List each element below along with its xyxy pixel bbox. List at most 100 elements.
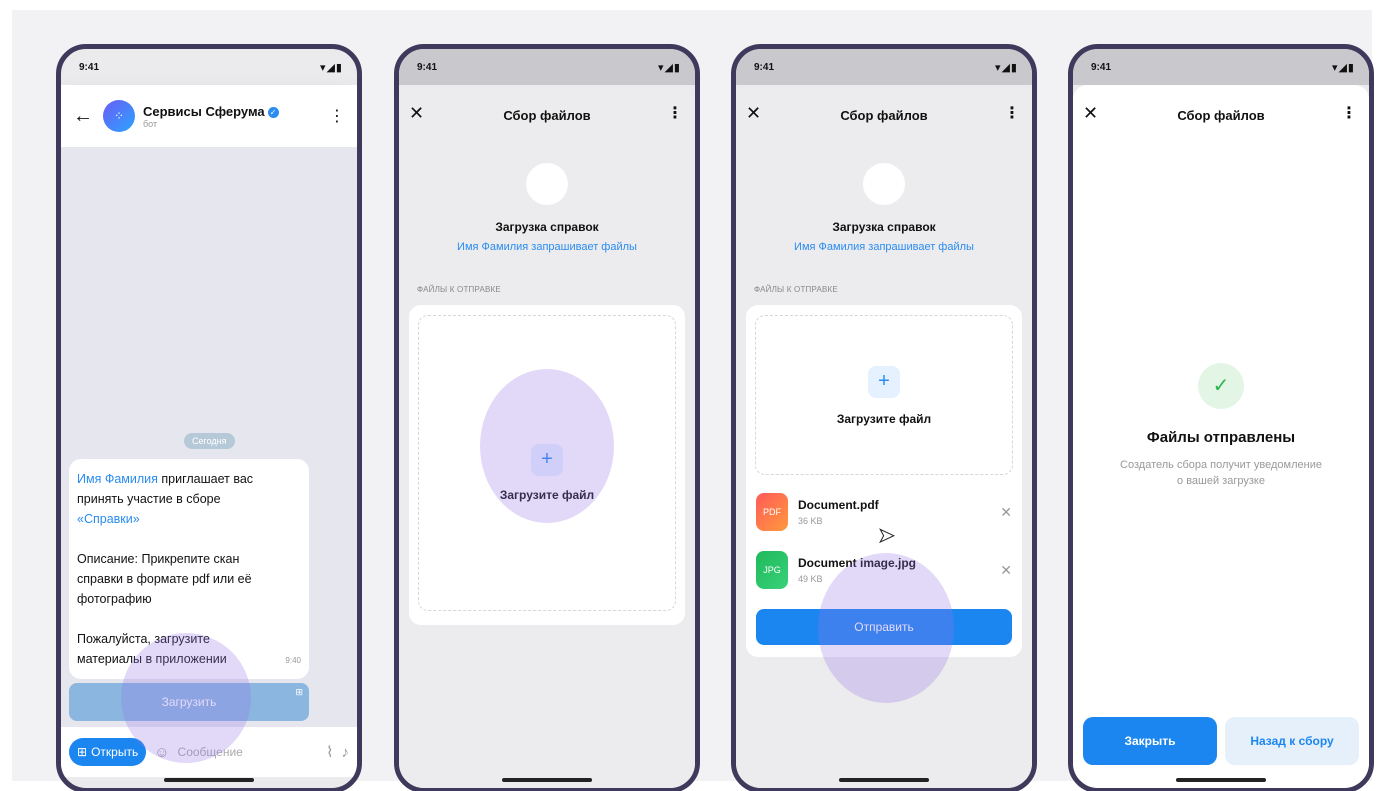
status-time: 9:41: [79, 61, 100, 73]
signal-icon: ▾◢▮: [319, 61, 343, 74]
close-icon[interactable]: ✕: [409, 103, 424, 124]
dropzone[interactable]: + Загрузите файл: [755, 315, 1013, 475]
back-to-collection-button[interactable]: Назад к сбору: [1225, 717, 1359, 765]
phone-sent: 9:41 ▾◢▮ ✕ Сбор файлов ⋮ ✓ Файлы отправл…: [1068, 44, 1374, 791]
request-title: Загрузка справок: [832, 220, 936, 234]
file-name: Document image.jpg: [798, 556, 917, 570]
message-text: принять участие в сборе: [77, 492, 221, 506]
dropzone-label: Загрузите файл: [499, 488, 595, 502]
home-indicator: [164, 778, 254, 782]
send-button[interactable]: Отправить: [756, 609, 1012, 645]
inviter-link[interactable]: Имя Фамилия: [77, 472, 158, 486]
bottom-sheet: ✕ Сбор файлов ⋮ Загрузка справок Имя Фам…: [736, 85, 1032, 788]
file-size: 36 KB: [798, 516, 823, 526]
bottom-sheet: ✕ Сбор файлов ⋮ ✓ Файлы отправлены Созда…: [1073, 85, 1369, 788]
pdf-file-icon: PDF: [756, 493, 788, 531]
section-label: ФАЙЛЫ К ОТПРАВКЕ: [417, 285, 501, 294]
sheet-title: Сбор файлов: [503, 107, 591, 123]
file-row[interactable]: JPG Document image.jpg 49 KB ✕: [756, 549, 1012, 591]
chat-header: ← ⁘ Сервисы Сферума ✓ бот ⋮: [61, 85, 357, 147]
message-input[interactable]: Сообщение: [178, 745, 243, 759]
chat-subtitle: бот: [143, 118, 158, 129]
dropzone[interactable]: + Загрузите файл: [418, 315, 676, 611]
files-card: + Загрузите файл: [409, 305, 685, 625]
upload-button-label: Загрузить: [161, 695, 217, 709]
kebab-icon[interactable]: ⋮: [329, 106, 345, 126]
status-time: 9:41: [417, 61, 438, 73]
upload-button[interactable]: Загрузить ⊞: [69, 683, 309, 721]
verified-icon: ✓: [267, 106, 279, 118]
message-text: справки в формате pdf или её: [77, 572, 252, 586]
status-bar: 9:41 ▾◢▮: [1073, 49, 1369, 85]
remove-file-icon[interactable]: ✕: [1000, 562, 1012, 579]
message-text: Описание: Прикрепите скан: [77, 552, 240, 566]
status-bar: 9:41 ▾◢▮: [399, 49, 695, 85]
phone-chat: 9:41 ▾◢▮ ← ⁘ Сервисы Сферума ✓ бот ⋮ Сего…: [56, 44, 362, 791]
sticker-icon[interactable]: ☺: [154, 744, 169, 761]
done-text-line: Создатель сбора получит уведомление: [1120, 459, 1322, 471]
done-text: Создатель сбора получит уведомление о ва…: [1093, 457, 1349, 489]
composer: ⊞ Открыть ☺ Сообщение ⌇ ♪: [61, 727, 357, 777]
dropzone-label: Загрузите файл: [836, 412, 932, 426]
clip-icon[interactable]: ⌇: [326, 743, 333, 761]
file-size: 49 KB: [798, 574, 823, 584]
open-button[interactable]: ⊞ Открыть: [69, 738, 147, 766]
signal-icon: ▾◢▮: [657, 61, 681, 74]
sheet-header: ✕ Сбор файлов ⋮: [399, 85, 695, 145]
message-text: материалы в приложении: [77, 652, 227, 666]
close-button[interactable]: Закрыть: [1083, 717, 1217, 765]
phone-upload-files: 9:41 ▾◢▮ ✕ Сбор файлов ⋮ Загрузка справо…: [731, 44, 1037, 791]
plus-icon[interactable]: +: [868, 366, 900, 398]
section-label: ФАЙЛЫ К ОТПРАВКЕ: [754, 285, 838, 294]
signal-icon: ▾◢▮: [994, 61, 1018, 74]
grid-icon: ⊞: [77, 745, 88, 759]
home-indicator: [1176, 778, 1266, 782]
chat-title: Сервисы Сферума: [143, 103, 265, 119]
mic-icon[interactable]: ♪: [342, 744, 350, 761]
avatar[interactable]: ⁘: [103, 100, 135, 132]
back-arrow-icon[interactable]: ←: [73, 105, 93, 128]
close-icon[interactable]: ✕: [746, 103, 761, 124]
sheet-title: Сбор файлов: [1177, 107, 1265, 123]
bottom-sheet: ✕ Сбор файлов ⋮ Загрузка справок Имя Фам…: [399, 85, 695, 788]
message-text: Пожалуйста, загрузите: [77, 632, 210, 646]
status-bar: 9:41 ▾◢▮: [61, 49, 357, 85]
kebab-icon[interactable]: ⋮: [1004, 103, 1020, 123]
kebab-icon[interactable]: ⋮: [667, 103, 683, 123]
message-bubble: Имя Фамилия приглашает вас принять участ…: [69, 459, 309, 679]
kebab-icon[interactable]: ⋮: [1341, 103, 1357, 123]
sheet-header: ✕ Сбор файлов ⋮: [1073, 85, 1369, 145]
home-indicator: [502, 778, 592, 782]
collection-link[interactable]: «Справки»: [77, 509, 301, 529]
request-title: Загрузка справок: [495, 220, 599, 234]
status-bar: 9:41 ▾◢▮: [736, 49, 1032, 85]
avatar: [863, 163, 905, 205]
file-name: Document.pdf: [798, 498, 879, 512]
canvas: 9:41 ▾◢▮ ← ⁘ Сервисы Сферума ✓ бот ⋮ Сего…: [12, 10, 1374, 791]
signal-icon: ▾◢▮: [1331, 61, 1355, 74]
date-badge: Сегодня: [184, 433, 235, 449]
avatar: [526, 163, 568, 205]
jpg-file-icon: JPG: [756, 551, 788, 589]
status-time: 9:41: [1091, 61, 1112, 73]
message-time: 9:40: [285, 656, 301, 665]
open-button-label: Открыть: [91, 745, 139, 759]
cursor-icon: ➤: [878, 525, 896, 548]
check-icon: ✓: [1198, 363, 1244, 409]
remove-file-icon[interactable]: ✕: [1000, 504, 1012, 521]
plus-icon[interactable]: +: [531, 444, 563, 476]
files-card: + Загрузите файл PDF Document.pdf 36 KB …: [746, 305, 1022, 657]
status-time: 9:41: [754, 61, 775, 73]
home-indicator: [839, 778, 929, 782]
message-text: приглашает вас: [157, 472, 254, 486]
message-text: фотографию: [77, 592, 152, 606]
done-text-line: о вашей загрузке: [1177, 475, 1265, 487]
phone-upload-empty: 9:41 ▾◢▮ ✕ Сбор файлов ⋮ Загрузка справо…: [394, 44, 700, 791]
sheet-title: Сбор файлов: [840, 107, 928, 123]
grid-icon: ⊞: [295, 687, 303, 697]
done-title: Файлы отправлены: [1146, 429, 1296, 446]
sheet-header: ✕ Сбор файлов ⋮: [736, 85, 1032, 145]
request-subtitle[interactable]: Имя Фамилия запрашивает файлы: [736, 241, 1032, 253]
request-subtitle[interactable]: Имя Фамилия запрашивает файлы: [399, 241, 695, 253]
close-icon[interactable]: ✕: [1083, 103, 1098, 124]
